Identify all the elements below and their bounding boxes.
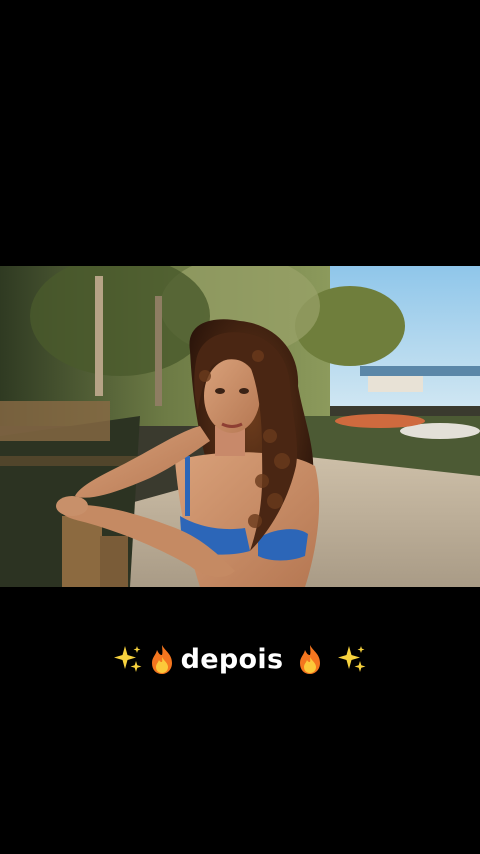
sparkles-icon [335,642,369,676]
caption: depois [0,636,480,682]
caption-text: depois [180,643,284,675]
fire-icon [145,642,179,676]
beach-portrait-image [0,266,480,587]
sparkles-icon [111,642,145,676]
video-frame: depois [0,0,480,854]
photo [0,266,480,587]
fire-icon [293,642,327,676]
